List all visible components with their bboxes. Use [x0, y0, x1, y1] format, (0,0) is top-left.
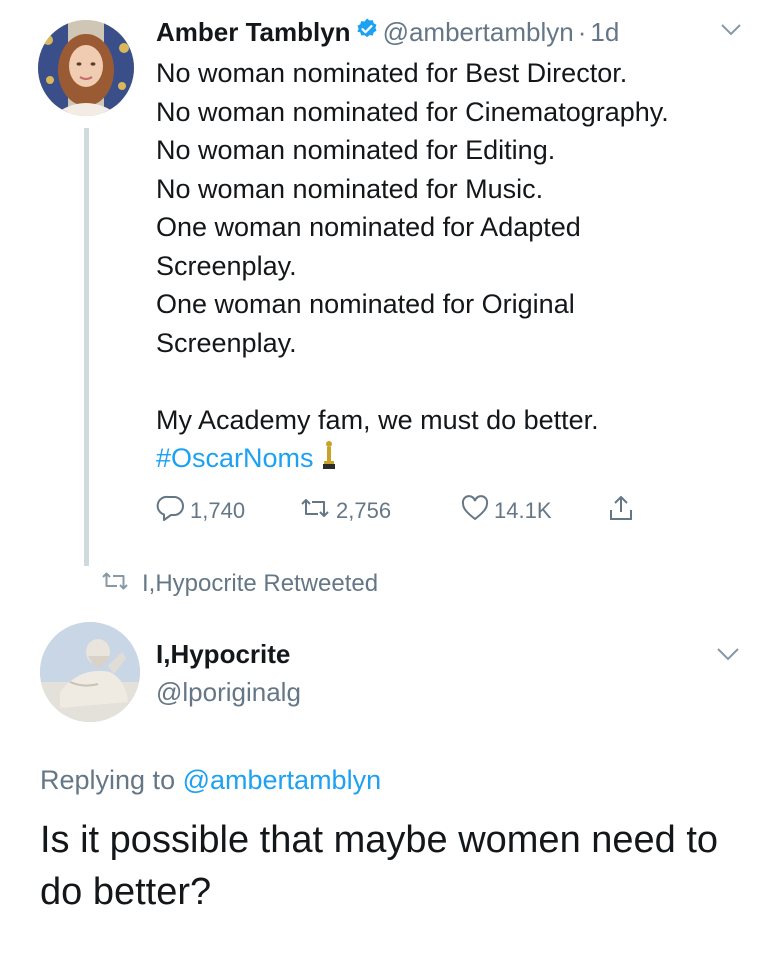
chevron-down-icon[interactable] — [720, 22, 742, 43]
reply-button[interactable]: 1,740 — [156, 494, 245, 528]
tweet-line: My Academy fam, we must do better. — [156, 404, 599, 435]
replying-to: Replying to @ambertamblyn — [40, 760, 381, 800]
replying-to-label: Replying to — [40, 765, 176, 795]
retweet-context[interactable]: I,Hypocrite Retweeted — [100, 566, 378, 602]
tweet-line: No woman nominated for Music. — [156, 173, 544, 204]
tweet-line: Screenplay. — [156, 250, 297, 281]
reply-count: 1,740 — [190, 498, 246, 523]
tweet-line: One woman nominated for Original — [156, 289, 575, 319]
heart-icon — [460, 494, 494, 528]
reply-tweet-body: Is it possible that maybe women need to … — [40, 819, 719, 913]
author-name[interactable]: Amber Tamblyn — [156, 17, 351, 47]
hashtag-link[interactable]: #OscarNoms — [156, 443, 314, 473]
retweet-icon — [298, 494, 336, 528]
retweet-button[interactable]: 2,756 — [298, 494, 391, 528]
tweet-line: No woman nominated for Editing. — [156, 135, 556, 165]
tweet-body: No woman nominated for Best Director. No… — [156, 54, 756, 480]
tweet-line: No woman nominated for Best Director. — [156, 58, 628, 88]
oscar-trophy-emoji — [321, 440, 337, 481]
author-avatar[interactable] — [38, 20, 134, 116]
retweeted-by-label: I,Hypocrite Retweeted — [142, 570, 379, 597]
like-count: 14.1K — [494, 498, 552, 523]
share-icon — [606, 493, 640, 529]
author-name[interactable]: I,Hypocrite — [156, 636, 290, 672]
author-handle[interactable]: @lporiginalg — [156, 674, 301, 710]
tweet-line: Screenplay. — [156, 327, 297, 358]
tweet-actions: 1,740 2,756 14.1K — [156, 494, 676, 528]
verified-badge-icon — [355, 12, 379, 52]
tweet-line: No woman nominated for Cinematography. — [156, 96, 669, 127]
tweet-timestamp[interactable]: 1d — [590, 17, 619, 47]
chevron-down-icon[interactable] — [716, 646, 740, 667]
hashtag-line: #OscarNoms — [156, 439, 756, 480]
tweet-line: One woman nominated for Adapted — [156, 212, 581, 242]
like-button[interactable]: 14.1K — [460, 494, 552, 528]
tweet-header: Amber Tamblyn @ambertamblyn · 1d — [156, 12, 619, 52]
author-handle[interactable]: @ambertamblyn — [383, 17, 574, 47]
retweet-count: 2,756 — [336, 498, 392, 523]
original-tweet: Amber Tamblyn @ambertamblyn · 1d No woman n… — [0, 0, 772, 566]
meta-separator: · — [577, 17, 587, 47]
retweet-icon — [100, 570, 142, 599]
reply-icon — [156, 494, 190, 528]
author-avatar[interactable] — [40, 622, 140, 722]
thread-connector-line — [84, 128, 89, 566]
share-button[interactable] — [606, 494, 640, 528]
mention-link[interactable]: @ambertamblyn — [183, 765, 381, 795]
